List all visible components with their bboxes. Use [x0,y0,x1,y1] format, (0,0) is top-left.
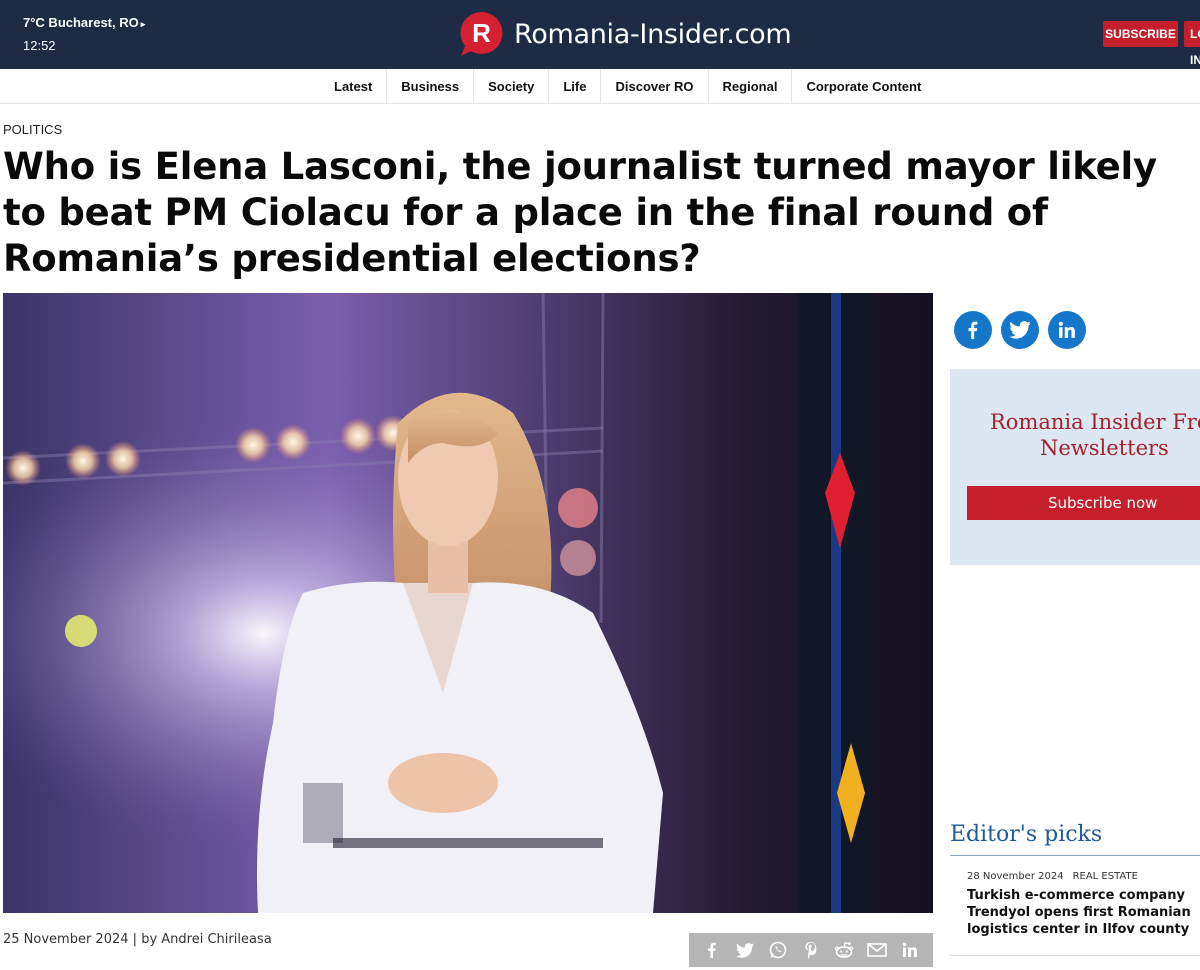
nav-item-business[interactable]: Business [387,69,475,104]
site-logo[interactable]: R Romania-Insider.com [459,11,792,57]
subscribe-button[interactable]: SUBSCRIBE [1103,21,1178,47]
logo-letter: R [472,18,491,48]
pick-meta: 28 November 2024 REAL ESTATE [967,871,1138,882]
pick-title-link[interactable]: Turkish e-commerce company Trendyol open… [967,887,1197,938]
byline-separator: | [132,932,142,947]
email-icon[interactable] [865,938,889,962]
nav-item-latest[interactable]: Latest [320,69,388,104]
login-button[interactable]: LOG IN [1184,21,1200,67]
pick-date: 28 November 2024 [967,871,1064,882]
twitter-icon[interactable] [733,938,757,962]
newsletter-title-line2: Newsletters [1040,436,1169,460]
social-links [954,311,1086,349]
nav-item-regional[interactable]: Regional [709,69,793,104]
weather-arrow-icon: ▸ [140,19,146,29]
article-category[interactable]: POLITICS [3,122,62,137]
nav-item-corporate-content[interactable]: Corporate Content [792,69,935,104]
article-byline: 25 November 2024 | by Andrei Chirileasa [3,932,272,947]
newsletter-title: Romania Insider Free Newsletters [990,409,1200,461]
editors-picks-heading: Editor's picks [950,822,1103,847]
twitter-icon[interactable] [1001,311,1039,349]
facebook-icon[interactable] [700,938,724,962]
nav-item-life[interactable]: Life [549,69,602,104]
top-bar: 7°C Bucharest, RO ▸ 12:52 R Romania-Insid… [0,0,1200,69]
article-author[interactable]: Andrei Chirileasa [161,932,271,947]
pick-tag[interactable]: REAL ESTATE [1073,871,1138,882]
article-headline: Who is Elena Lasconi, the journalist tur… [3,145,1157,280]
weather-text: 7°C Bucharest, RO [23,15,139,30]
whatsapp-icon[interactable] [766,938,790,962]
newsletter-title-line1: Romania Insider Free [990,410,1200,434]
facebook-icon[interactable] [954,311,992,349]
author-prefix: by [141,932,158,947]
linkedin-icon[interactable] [1048,311,1086,349]
reddit-icon[interactable] [832,938,856,962]
article-date: 25 November 2024 [3,932,129,947]
weather-widget[interactable]: 7°C Bucharest, RO ▸ [23,15,145,30]
pinterest-icon[interactable] [799,938,823,962]
logo-badge-icon: R [459,11,504,57]
nav-item-discover-ro[interactable]: Discover RO [601,69,709,104]
nav-items: Latest Business Society Life Discover RO… [320,69,935,104]
article-hero-image [3,293,933,913]
site-name: Romania-Insider.com [514,18,792,50]
newsletter-box: Romania Insider Free Newsletters Subscri… [950,369,1200,565]
share-bar [689,933,933,967]
clock: 12:52 [23,38,56,53]
newsletter-subscribe-button[interactable]: Subscribe now [967,486,1200,520]
linkedin-icon[interactable] [898,938,922,962]
pick-divider [950,955,1200,956]
editors-picks-divider [950,855,1200,856]
nav-item-society[interactable]: Society [474,69,550,104]
main-nav: Latest Business Society Life Discover RO… [0,69,1200,104]
